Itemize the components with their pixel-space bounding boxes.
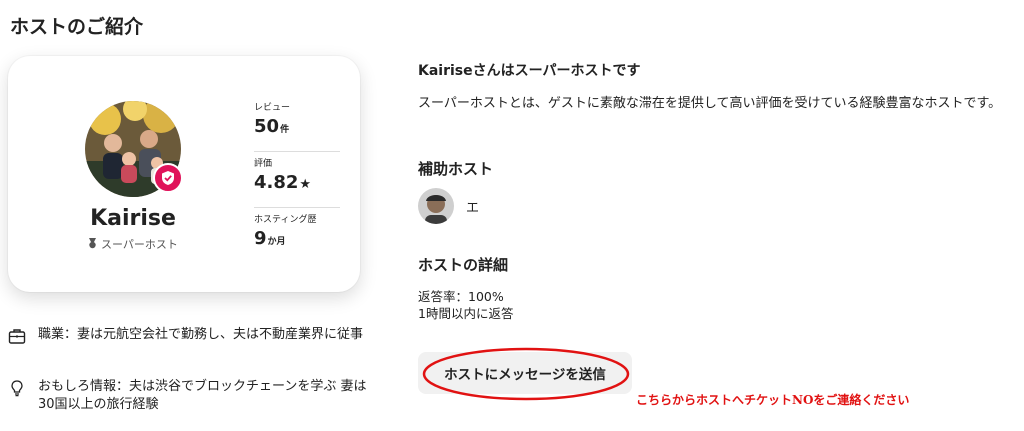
stat-label: ホスティング歴 — [254, 215, 317, 225]
info-fun-fact: おもしろ情報：夫は渋谷でブロックチェーンを学ぶ 妻は30国以上の旅行経験 — [8, 378, 368, 414]
superhost-description: スーパーホストとは、ゲストに素敵な滞在を提供して高い評価を受けている経験豊富なホ… — [418, 96, 1002, 111]
stat-reviews: レビュー 50件 — [254, 96, 340, 152]
annotation-text: こちらからホストへチケットNOをご連絡ください — [636, 393, 910, 407]
verified-shield-badge — [153, 163, 183, 193]
avatar[interactable] — [418, 188, 454, 224]
host-avatar-wrap — [85, 101, 183, 197]
info-occupation: 職業：妻は元航空会社で勤務し、夫は不動産業界に従事 — [8, 326, 368, 345]
host-details-text: 返答率：100% 1時間以内に返答 — [418, 288, 513, 322]
superhost-medal-icon — [89, 238, 97, 249]
host-name: Kairise — [90, 206, 176, 231]
cohost-title: 補助ホスト — [418, 160, 494, 178]
host-details-title: ホストの詳細 — [418, 256, 509, 274]
superhost-title: Kairiseさんはスーパーホストです — [418, 63, 641, 79]
briefcase-icon — [8, 329, 26, 344]
stat-label: レビュー — [254, 103, 291, 113]
host-stats: レビュー 50件 評価 4.82★ ホスティング歴 9か月 — [254, 96, 340, 264]
response-rate: 返答率：100% — [418, 289, 504, 304]
info-text: おもしろ情報：夫は渋谷でブロックチェーンを学ぶ 妻は30国以上の旅行経験 — [38, 379, 367, 412]
shield-check-icon — [162, 171, 174, 185]
cohost-item[interactable]: エ — [418, 188, 479, 224]
cohost-photo — [418, 188, 454, 224]
info-text: 職業：妻は元航空会社で勤務し、夫は不動産業界に従事 — [38, 327, 364, 342]
stat-value: 50件 — [254, 116, 290, 137]
superhost-text: スーパーホスト — [101, 238, 178, 251]
star-icon: ★ — [299, 177, 312, 192]
section-title: ホストのご紹介 — [10, 16, 144, 38]
cohost-name: エ — [466, 200, 480, 216]
stat-hosting-months: ホスティング歴 9か月 — [254, 208, 340, 264]
superhost-label: スーパーホスト — [8, 236, 258, 252]
host-card[interactable]: Kairise スーパーホスト レビュー 50件 評価 4.82★ ホスティング… — [8, 56, 360, 292]
message-host-button[interactable]: ホストにメッセージを送信 — [418, 352, 632, 394]
stat-value: 4.82★ — [254, 172, 312, 193]
lightbulb-icon — [11, 380, 23, 397]
response-time: 1時間以内に返答 — [418, 306, 514, 321]
stat-value: 9か月 — [254, 228, 286, 249]
stat-label: 評価 — [254, 159, 273, 169]
stat-rating: 評価 4.82★ — [254, 152, 340, 208]
